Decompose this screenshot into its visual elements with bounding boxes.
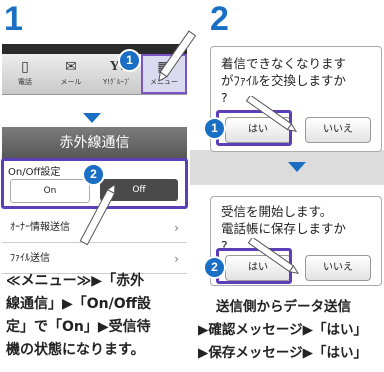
caption-line: 定」で「On」▶受信待 <box>6 319 151 335</box>
list-item-label: ﾌｧｲﾙ送信 <box>10 253 50 264</box>
tab-phone-label: 電話 <box>18 78 32 86</box>
chevron-right-icon: › <box>174 252 179 266</box>
caption-line: ≪メニュー≫▶「赤外 <box>6 273 145 289</box>
no-button[interactable]: いいえ <box>305 117 371 143</box>
stylus-pen-icon <box>158 30 197 82</box>
phone-icon: ▯ <box>21 59 29 75</box>
tab-yahoo-label: Y!ｸﾞﾙｰﾌﾞ <box>102 78 132 86</box>
step-1-caption: ≪メニュー≫▶「赤外 線通信」▶「On/Off設 定」で「On」▶受信待 機の状… <box>6 270 151 362</box>
mail-icon: ✉ <box>65 59 77 75</box>
step-2-number: 2 <box>210 0 229 38</box>
tab-mail[interactable]: ✉ メール <box>48 54 94 94</box>
stylus-pen-icon <box>245 96 298 133</box>
step-2-caption: 送信側からデータ送信 ▶確認メッセージ▶「はい」 ▶保存メッセージ▶「はい」 <box>198 296 367 365</box>
caption-line: 機の状態になります。 <box>6 342 145 358</box>
step-badge-1: 1 <box>118 49 141 72</box>
page-title: 赤外線通信 <box>2 127 187 159</box>
chevron-right-icon: › <box>174 221 179 235</box>
tab-phone[interactable]: ▯ 電話 <box>2 54 48 94</box>
down-arrow-icon <box>288 162 306 172</box>
no-button[interactable]: いいえ <box>305 255 371 281</box>
stylus-pen-icon <box>247 238 300 275</box>
dialog-line: がﾌｧｲﾙを交換しますか <box>221 73 347 88</box>
caption-line: 送信側からデータ送信 <box>216 299 351 315</box>
caption-line: 線通信」▶「On/Off設 <box>6 296 151 312</box>
step-badge-2: 2 <box>203 256 226 279</box>
caption-line: ▶確認メッセージ▶「はい」 <box>198 322 367 338</box>
down-arrow-icon <box>83 113 101 123</box>
tab-mail-label: メール <box>60 78 82 86</box>
dialog-line: 電話帳に保存しますか <box>221 221 347 236</box>
step-1-number: 1 <box>4 0 23 38</box>
dialog-line: 受信を開始します。 <box>221 204 333 219</box>
transition-band <box>190 150 384 185</box>
caption-line: ▶保存メッセージ▶「はい」 <box>198 345 367 361</box>
list-item-label: ｵｰﾅｰ情報送信 <box>10 222 70 233</box>
dialog-line: 着信できなくなります <box>221 56 347 71</box>
step-badge-1: 1 <box>203 117 226 140</box>
stylus-pen-icon <box>79 183 116 246</box>
